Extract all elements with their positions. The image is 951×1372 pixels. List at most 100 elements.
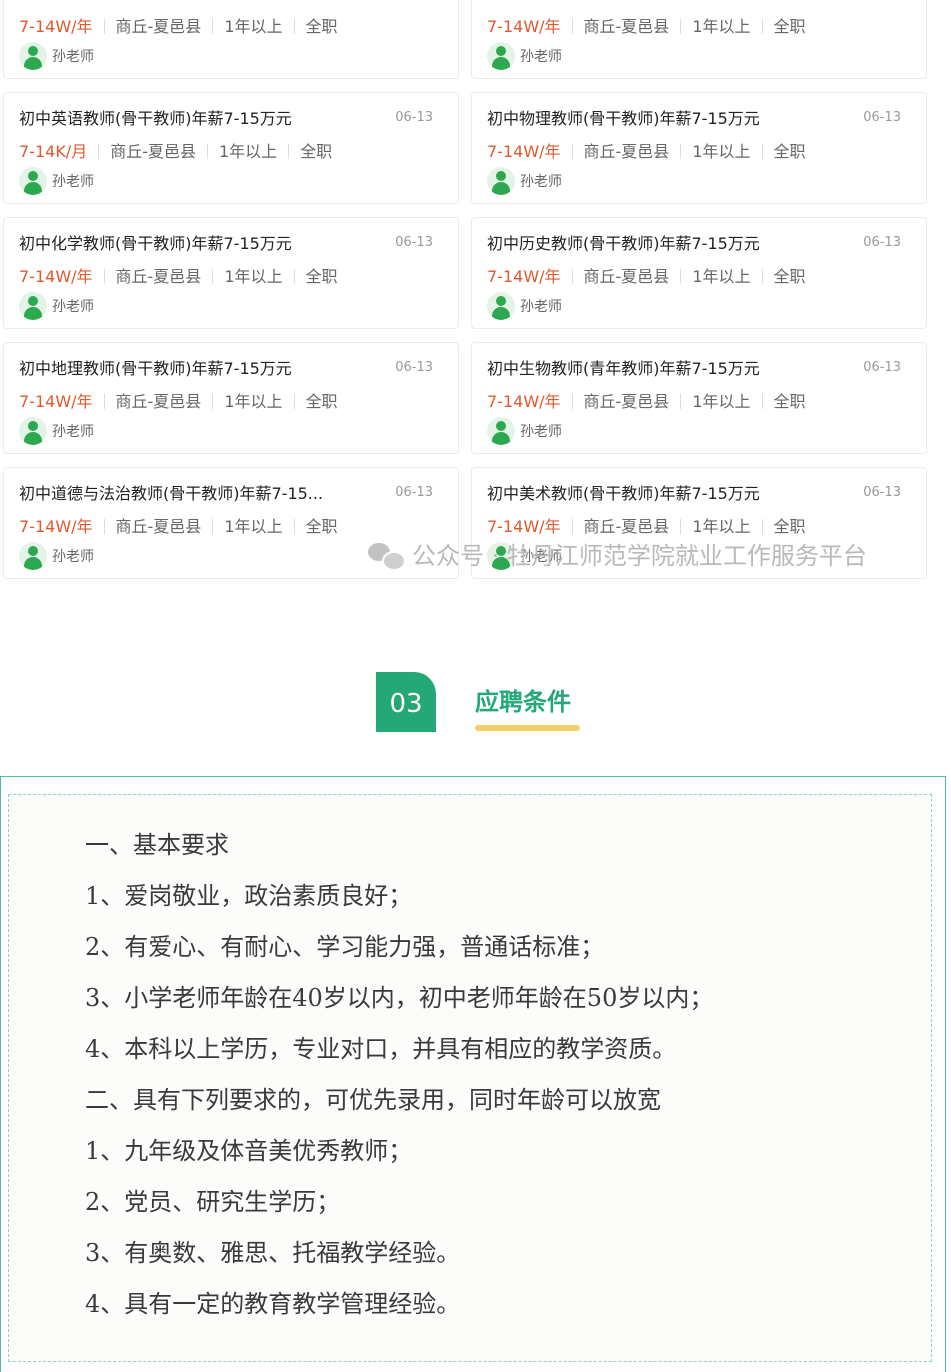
location: 商丘-夏邑县 — [583, 142, 670, 161]
req-item: 3、小学老师年龄在40岁以内，初中老师年龄在50岁以内； — [85, 984, 714, 1012]
job-title[interactable]: 初中道德与法治教师(骨干教师)年薪7-15... — [19, 480, 369, 504]
job-title[interactable]: 初中生物教师(青年教师)年薪7-15万元 — [487, 355, 837, 379]
location: 商丘-夏邑县 — [115, 517, 202, 536]
divider — [571, 19, 573, 34]
experience: 1年以上 — [218, 142, 278, 161]
req-item: 2、有爱心、有耐心、学习能力强，普通话标准； — [85, 933, 605, 961]
post-date: 06-13 — [395, 110, 433, 125]
divider — [103, 19, 105, 34]
divider — [761, 394, 763, 409]
experience: 1年以上 — [692, 267, 751, 286]
job-type: 全职 — [300, 142, 333, 161]
post-date: 06-13 — [863, 485, 901, 500]
experience: 1年以上 — [692, 392, 751, 411]
req-item: 1、爱岗敬业，政治素质良好； — [85, 882, 413, 910]
req-heading-priority: 二、具有下列要求的，可优先录用，同时年龄可以放宽 — [85, 1086, 661, 1114]
location: 商丘-夏邑县 — [115, 392, 202, 411]
contact-name: 孙老师 — [520, 424, 562, 440]
job-card[interactable]: 7-14W/年 商丘-夏邑县 1年以上 全职 孙老师 — [3, 0, 459, 79]
job-card[interactable]: 初中历史教师(骨干教师)年薪7-15万元 06-13 7-14W/年 商丘-夏邑县… — [471, 217, 927, 329]
job-card[interactable]: 初中物理教师(骨干教师)年薪7-15万元 06-13 7-14W/年 商丘-夏邑县… — [471, 92, 927, 204]
job-title[interactable]: 初中化学教师(骨干教师)年薪7-15万元 — [19, 230, 369, 254]
post-date: 06-13 — [863, 235, 901, 250]
contact-name: 孙老师 — [52, 424, 94, 440]
divider — [761, 269, 763, 284]
divider — [206, 144, 208, 159]
req-item: 4、本科以上学历，专业对口，并具有相应的教学资质。 — [85, 1035, 677, 1063]
experience: 1年以上 — [224, 392, 283, 411]
avatar-icon — [19, 417, 47, 445]
divider — [571, 519, 573, 534]
job-title[interactable]: 初中物理教师(骨干教师)年薪7-15万元 — [487, 105, 837, 129]
job-card[interactable]: 初中英语教师(骨干教师)年薪7-15万元 06-13 7-14K/月 商丘-夏邑县… — [3, 92, 459, 204]
avatar-icon — [487, 417, 515, 445]
experience: 1年以上 — [692, 142, 751, 161]
salary: 7-14W/年 — [487, 392, 561, 411]
job-meta: 7-14W/年 商丘-夏邑县 1年以上 全职 — [19, 388, 338, 412]
contact: 孙老师 — [487, 42, 562, 70]
post-date: 06-13 — [863, 110, 901, 125]
contact: 孙老师 — [19, 542, 94, 570]
divider — [212, 519, 214, 534]
job-meta: 7-14K/月 商丘-夏邑县 1年以上 全职 — [19, 138, 332, 162]
experience: 1年以上 — [692, 17, 751, 36]
req-item: 1、九年级及体音美优秀教师； — [85, 1137, 413, 1165]
divider — [680, 269, 682, 284]
divider — [761, 519, 763, 534]
job-type: 全职 — [305, 517, 338, 536]
contact: 孙老师 — [487, 292, 562, 320]
divider — [103, 519, 105, 534]
avatar-icon — [487, 292, 515, 320]
divider — [761, 19, 763, 34]
location: 商丘-夏邑县 — [583, 392, 670, 411]
section-header: 03 应聘条件 — [0, 672, 951, 742]
avatar-icon — [19, 167, 47, 195]
divider — [212, 269, 214, 284]
location: 商丘-夏邑县 — [110, 142, 196, 161]
job-card[interactable]: 初中生物教师(青年教师)年薪7-15万元 06-13 7-14W/年 商丘-夏邑县… — [471, 342, 927, 454]
section-number: 03 — [376, 672, 436, 732]
post-date: 06-13 — [863, 360, 901, 375]
job-meta: 7-14W/年 商丘-夏邑县 1年以上 全职 — [487, 388, 806, 412]
job-title[interactable]: 初中美术教师(骨干教师)年薪7-15万元 — [487, 480, 837, 504]
job-meta: 7-14W/年 商丘-夏邑县 1年以上 全职 — [19, 13, 338, 37]
salary: 7-14W/年 — [487, 17, 561, 36]
salary: 7-14W/年 — [19, 517, 93, 536]
salary: 7-14W/年 — [487, 142, 561, 161]
divider — [293, 269, 295, 284]
job-card[interactable]: 初中化学教师(骨干教师)年薪7-15万元 06-13 7-14W/年 商丘-夏邑县… — [3, 217, 459, 329]
divider — [98, 144, 100, 159]
job-title[interactable]: 初中地理教师(骨干教师)年薪7-15万元 — [19, 355, 369, 379]
job-card[interactable]: 7-14W/年 商丘-夏邑县 1年以上 全职 孙老师 — [471, 0, 927, 79]
avatar-icon — [19, 42, 47, 70]
job-type: 全职 — [773, 142, 806, 161]
divider — [571, 269, 573, 284]
contact: 孙老师 — [19, 292, 94, 320]
wechat-icon — [368, 541, 406, 571]
req-item: 2、党员、研究生学历； — [85, 1188, 341, 1216]
job-type: 全职 — [773, 517, 806, 536]
divider — [293, 519, 295, 534]
avatar-icon — [487, 167, 515, 195]
contact-name: 孙老师 — [52, 549, 94, 565]
job-title[interactable]: 初中历史教师(骨干教师)年薪7-15万元 — [487, 230, 837, 254]
job-meta: 7-14W/年 商丘-夏邑县 1年以上 全职 — [487, 263, 806, 287]
salary: 7-14W/年 — [19, 392, 93, 411]
salary: 7-14W/年 — [19, 267, 93, 286]
divider — [293, 394, 295, 409]
req-item: 3、有奥数、雅思、托福教学经验。 — [85, 1239, 461, 1267]
divider — [571, 144, 573, 159]
divider — [212, 394, 214, 409]
job-card[interactable]: 初中地理教师(骨干教师)年薪7-15万元 06-13 7-14W/年 商丘-夏邑县… — [3, 342, 459, 454]
job-type: 全职 — [773, 17, 806, 36]
experience: 1年以上 — [224, 517, 283, 536]
job-title[interactable]: 初中英语教师(骨干教师)年薪7-15万元 — [19, 105, 369, 129]
location: 商丘-夏邑县 — [115, 17, 202, 36]
divider — [680, 519, 682, 534]
job-type: 全职 — [305, 267, 338, 286]
watermark-text: 公众号 · 牡丹江师范学院就业工作服务平台 — [412, 542, 867, 570]
contact: 孙老师 — [19, 42, 94, 70]
watermark: 公众号 · 牡丹江师范学院就业工作服务平台 — [368, 536, 867, 571]
requirements-panel: 一、基本要求 1、爱岗敬业，政治素质良好； 2、有爱心、有耐心、学习能力强，普通… — [0, 776, 946, 1372]
salary: 7-14K/月 — [19, 142, 88, 161]
